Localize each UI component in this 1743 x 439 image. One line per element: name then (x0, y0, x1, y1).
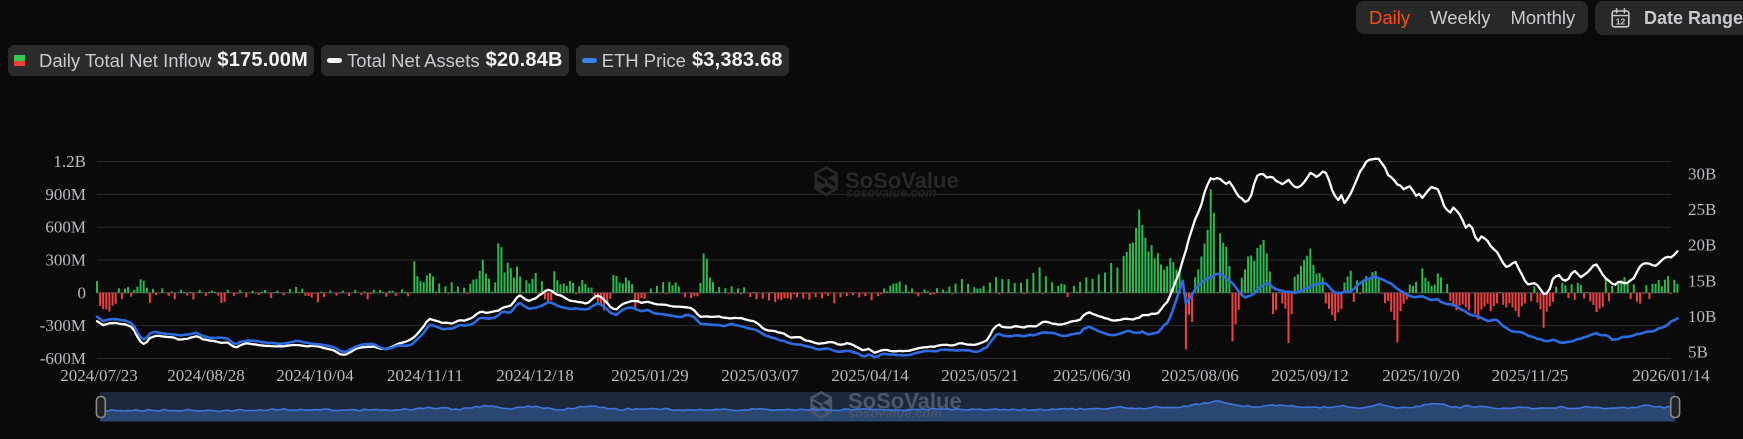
svg-text:2025/05/21: 2025/05/21 (941, 366, 1018, 385)
svg-text:25B: 25B (1688, 200, 1716, 219)
svg-text:2025/06/30: 2025/06/30 (1053, 366, 1130, 385)
svg-text:2025/08/06: 2025/08/06 (1161, 366, 1238, 385)
svg-text:2024/08/28: 2024/08/28 (167, 366, 244, 385)
svg-text:2024/10/04: 2024/10/04 (276, 366, 354, 385)
svg-text:2026/01/14: 2026/01/14 (1632, 366, 1710, 385)
svg-text:900M: 900M (45, 185, 86, 204)
svg-text:2025/04/14: 2025/04/14 (831, 366, 909, 385)
svg-text:2024/07/23: 2024/07/23 (60, 366, 137, 385)
svg-text:300M: 300M (45, 251, 86, 270)
svg-text:5B: 5B (1688, 343, 1708, 362)
svg-text:15B: 15B (1688, 271, 1716, 290)
svg-text:0: 0 (78, 283, 87, 302)
svg-text:30B: 30B (1688, 165, 1716, 184)
svg-text:2025/10/20: 2025/10/20 (1382, 366, 1459, 385)
svg-text:20B: 20B (1688, 236, 1716, 255)
svg-text:2025/11/25: 2025/11/25 (1492, 366, 1569, 385)
svg-text:sosovalue.com: sosovalue.com (846, 186, 936, 200)
svg-text:10B: 10B (1688, 307, 1716, 326)
svg-text:2025/03/07: 2025/03/07 (721, 366, 799, 385)
svg-text:2024/12/18: 2024/12/18 (496, 366, 573, 385)
svg-text:-300M: -300M (40, 316, 86, 335)
svg-text:2025/09/12: 2025/09/12 (1271, 366, 1348, 385)
svg-text:2025/01/29: 2025/01/29 (611, 366, 688, 385)
svg-text:600M: 600M (45, 218, 86, 237)
svg-text:sosovalue.com: sosovalue.com (848, 406, 942, 421)
svg-text:2024/11/11: 2024/11/11 (387, 366, 463, 385)
svg-text:1.2B: 1.2B (53, 152, 86, 171)
svg-text:12: 12 (1616, 16, 1626, 26)
